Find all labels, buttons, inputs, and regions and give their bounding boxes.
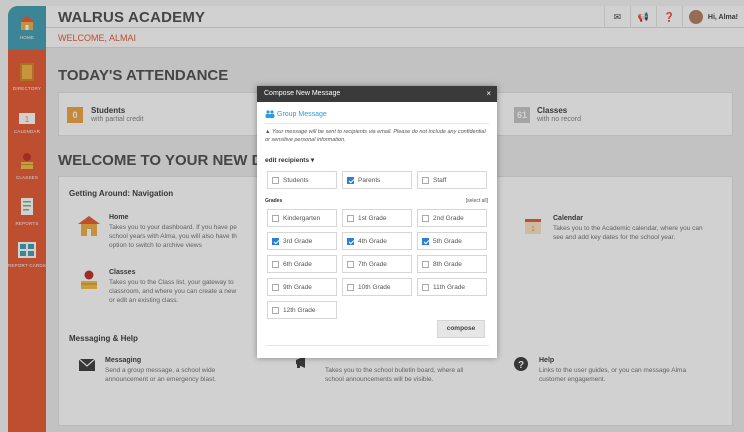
checkbox[interactable] <box>347 237 354 245</box>
privacy-warning: ▲ Your message will be sent to recipient… <box>265 129 491 144</box>
checkbox-label: Staff <box>433 176 447 184</box>
group-message-label: Group Message <box>277 110 327 118</box>
grade-3rd[interactable]: 3rd Grade <box>267 232 337 250</box>
checkbox[interactable] <box>422 176 429 184</box>
close-icon[interactable]: × <box>486 86 491 102</box>
edit-recipients-toggle[interactable]: edit recipients ▾ <box>265 156 314 164</box>
checkbox[interactable] <box>347 260 354 268</box>
checkbox[interactable] <box>272 306 279 314</box>
checkbox-label: 4th Grade <box>358 237 387 245</box>
checkbox[interactable] <box>347 214 354 222</box>
checkbox[interactable] <box>272 260 279 268</box>
checkbox-label: 11th Grade <box>433 283 466 291</box>
grade-4th[interactable]: 4th Grade <box>342 232 412 250</box>
checkbox[interactable] <box>272 176 279 184</box>
checkbox[interactable] <box>272 214 279 222</box>
checkbox-label: 5th Grade <box>433 237 462 245</box>
checkbox-label: 8th Grade <box>433 260 462 268</box>
checkbox-label: Kindergarten <box>283 214 321 222</box>
grade-7th[interactable]: 7th Grade <box>342 255 412 273</box>
select-all-link[interactable]: [select all] <box>466 198 488 204</box>
edit-recipients-label: edit recipients <box>265 157 310 164</box>
warning-text: Your message will be sent to recipients … <box>265 129 486 143</box>
warning-icon: ▲ <box>265 129 272 135</box>
checkbox[interactable] <box>272 237 279 245</box>
group-icon <box>265 110 275 118</box>
grade-1st[interactable]: 1st Grade <box>342 209 412 227</box>
group-message-tab[interactable]: Group Message <box>265 110 327 118</box>
grade-11th[interactable]: 11th Grade <box>417 278 487 296</box>
checkbox[interactable] <box>422 214 429 222</box>
compose-button[interactable]: compose <box>437 320 485 338</box>
grade-10th[interactable]: 10th Grade <box>342 278 412 296</box>
modal-title: Compose New Message <box>264 90 341 97</box>
grade-2nd[interactable]: 2nd Grade <box>417 209 487 227</box>
grade-8th[interactable]: 8th Grade <box>417 255 487 273</box>
checkbox-label: 1st Grade <box>358 214 387 222</box>
checkbox[interactable] <box>422 260 429 268</box>
recipient-students[interactable]: Students <box>267 171 337 189</box>
divider <box>265 123 489 124</box>
grade-6th[interactable]: 6th Grade <box>267 255 337 273</box>
checkbox-label: Students <box>283 176 309 184</box>
checkbox-label: 9th Grade <box>283 283 312 291</box>
recipient-staff[interactable]: Staff <box>417 171 487 189</box>
checkbox[interactable] <box>422 237 429 245</box>
recipient-parents[interactable]: Parents <box>342 171 412 189</box>
checkbox[interactable] <box>347 283 354 291</box>
checkbox[interactable] <box>272 283 279 291</box>
checkbox-label: Parents <box>358 176 381 184</box>
modal-header: Compose New Message × <box>257 86 497 102</box>
grade-kindergarten[interactable]: Kindergarten <box>267 209 337 227</box>
checkbox[interactable] <box>422 283 429 291</box>
checkbox-label: 7th Grade <box>358 260 387 268</box>
checkbox-label: 6th Grade <box>283 260 312 268</box>
grade-9th[interactable]: 9th Grade <box>267 278 337 296</box>
checkbox-label: 3rd Grade <box>283 237 313 245</box>
grade-12th[interactable]: 12th Grade <box>267 301 337 319</box>
compose-modal: Compose New Message × Group Message ▲ Yo… <box>257 86 497 358</box>
checkbox-label: 10th Grade <box>358 283 391 291</box>
divider <box>265 345 489 346</box>
checkbox-label: 12th Grade <box>283 306 316 314</box>
caret-down-icon: ▾ <box>310 157 315 164</box>
grades-label: Grades <box>265 198 283 204</box>
grade-5th[interactable]: 5th Grade <box>417 232 487 250</box>
checkbox-label: 2nd Grade <box>433 214 464 222</box>
checkbox[interactable] <box>347 176 354 184</box>
